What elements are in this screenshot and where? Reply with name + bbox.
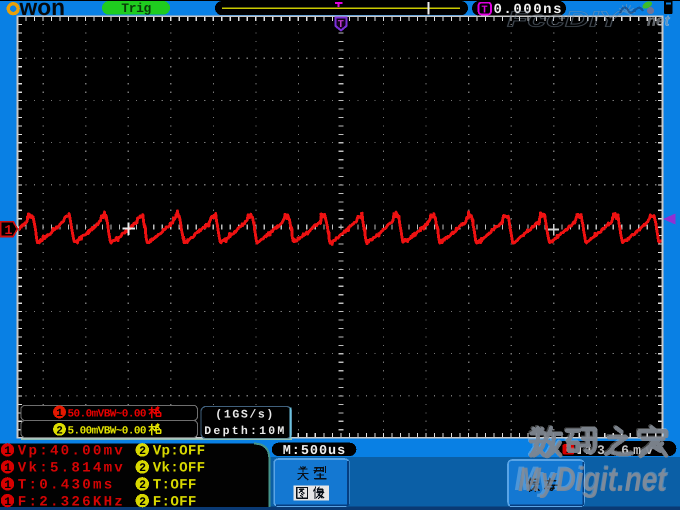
svg-text:2: 2 [56, 426, 63, 438]
svg-text:Vp:40.00mv: Vp:40.00mv [18, 444, 123, 460]
svg-text:Trig: Trig [121, 1, 151, 16]
svg-text:1: 1 [4, 479, 11, 492]
svg-text:Depth:10M: Depth:10M [204, 425, 284, 438]
svg-text:5.00mVBW~0.00: 5.00mVBW~0.00 [68, 426, 147, 438]
svg-text:2: 2 [139, 496, 146, 509]
svg-text:Vk:OFF: Vk:OFF [153, 461, 206, 477]
svg-text:1: 1 [4, 496, 11, 509]
svg-text:2: 2 [139, 479, 146, 492]
svg-text:Vp:OFF: Vp:OFF [153, 444, 206, 460]
svg-text:T: T [481, 4, 487, 16]
svg-text:1: 1 [4, 462, 11, 475]
svg-text:50.0mVBW~0.00: 50.0mVBW~0.00 [68, 409, 147, 421]
svg-text:net: net [647, 13, 671, 30]
svg-text:M:500us: M:500us [283, 444, 346, 459]
svg-text:T:0.430ms: T:0.430ms [18, 478, 113, 494]
svg-text:F:OFF: F:OFF [153, 494, 197, 510]
svg-text:MyDigit.net: MyDigit.net [518, 461, 667, 499]
svg-text:2: 2 [139, 462, 146, 475]
svg-text:1: 1 [56, 408, 63, 420]
svg-text:1: 1 [4, 224, 12, 239]
svg-text:T:OFF: T:OFF [153, 478, 197, 494]
svg-text:2: 2 [139, 445, 146, 458]
svg-text:won: won [19, 0, 65, 20]
svg-text:1: 1 [4, 445, 11, 458]
svg-text:Vk:5.814mv: Vk:5.814mv [18, 461, 123, 477]
svg-text:FccDIY: FccDIY [507, 7, 625, 32]
svg-text:(1GS/s): (1GS/s) [215, 408, 273, 421]
svg-text:T: T [338, 19, 344, 31]
